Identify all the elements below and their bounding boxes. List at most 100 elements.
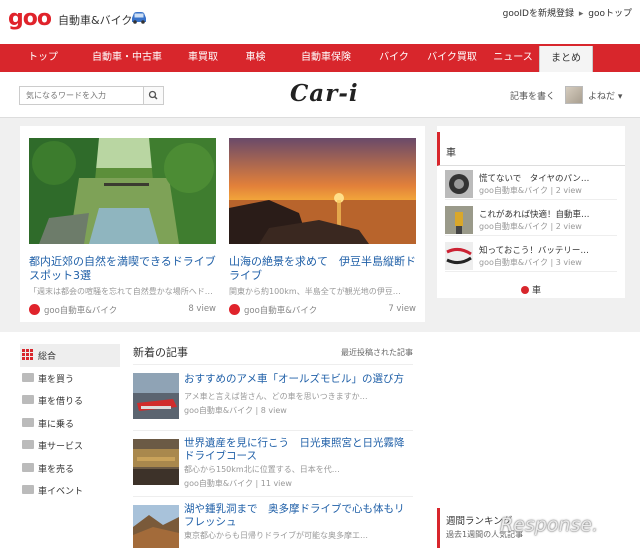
article-snippet: 東京都心からも日帰りドライブが可能な奥多摩エ…	[184, 531, 368, 540]
article-title[interactable]: 世界遺産を見に行こう 日光東照宮と日光霧降ドライブコース	[184, 437, 413, 463]
sidebar-more-link[interactable]: 車	[521, 283, 541, 296]
featured-articles: 都内近郊の自然を満喫できるドライブスポット3選 「週末は都会の喧騒を忘れて自然豊…	[20, 126, 425, 322]
sidebar-item-title[interactable]: これがあれば快適！自動車…	[479, 208, 617, 220]
folder-icon	[22, 462, 34, 472]
okutama-lake-image	[133, 505, 179, 548]
category-all[interactable]: 総合	[20, 344, 120, 367]
sidebar-item-meta: goo自動車&バイク | 2 view	[479, 222, 582, 231]
forest-gorge-image[interactable]	[29, 138, 216, 244]
goo-logo[interactable]: goo	[8, 6, 52, 31]
sidebar-car-header: 車	[437, 132, 625, 166]
category-label: 車に乗る	[38, 419, 75, 430]
article-item[interactable]: 湖や鍾乳洞まで 奥多摩ドライブで心も体もリフレッシュ 東京都心からも日帰りドライ…	[133, 496, 413, 548]
search-row: Car-i 記事を書く よねだ ▾	[0, 72, 640, 118]
nav-bike-buyback[interactable]: バイク買取	[417, 44, 487, 72]
nav-matome[interactable]: まとめ	[539, 46, 593, 72]
grid-icon	[22, 349, 33, 360]
sidebar-item-title[interactable]: 知っておこう！バッテリー…	[479, 244, 617, 256]
sidebar-more-label: 車	[532, 286, 542, 296]
user-menu[interactable]: よねだ ▾	[588, 89, 622, 102]
car-i-logo[interactable]: Car-i	[290, 80, 359, 107]
category-rent[interactable]: 車を借りる	[20, 389, 120, 412]
write-article-link[interactable]: 記事を書く	[510, 89, 555, 102]
folder-icon	[22, 485, 34, 494]
category-label: 車サービス	[38, 442, 84, 452]
featured-title[interactable]: 都内近郊の自然を満喫できるドライブスポット3選	[29, 255, 216, 283]
folder-icon	[22, 372, 34, 382]
sidebar-item-title[interactable]: 慌てないで タイヤのパン…	[479, 172, 617, 184]
article-meta: goo自動車&バイク | 8 view	[184, 406, 287, 415]
article-title[interactable]: 湖や鍾乳洞まで 奥多摩ドライブで心も体もリフレッシュ	[184, 503, 413, 529]
nav-insurance[interactable]: 自動車保険	[281, 44, 371, 72]
category-buy[interactable]: 車を買う	[20, 367, 120, 390]
nav-news[interactable]: ニュース	[487, 44, 539, 72]
goo-top-link[interactable]: gooトップ	[588, 9, 632, 19]
tire-image	[445, 170, 473, 198]
category-drive[interactable]: 車に乗る	[20, 412, 120, 435]
featured-snippet: 「週末は都会の喧騒を忘れて自然豊かな場所へド…	[29, 287, 213, 296]
username: よねだ	[588, 92, 616, 102]
nav-cars[interactable]: 自動車・中古車	[78, 44, 176, 72]
featured-meta: goo自動車&バイク 7 view	[229, 303, 416, 317]
nav-inspection[interactable]: 車検	[230, 44, 281, 72]
nav-car-buyback[interactable]: 車買取	[176, 44, 230, 72]
sidebar-list-item[interactable]: これがあれば快適！自動車… goo自動車&バイク | 2 view	[445, 206, 617, 236]
sidebar-car-section: 車 慌てないで タイヤのパン… goo自動車&バイク | 2 view これがあ…	[437, 126, 625, 298]
nikko-shrine-image	[133, 439, 179, 485]
search-input[interactable]	[19, 86, 144, 105]
new-articles-subtitle: 最近投稿された記事	[341, 348, 413, 357]
new-articles-header: 新着の記事 最近投稿された記事	[133, 344, 413, 364]
site-name[interactable]: 自動車&バイク	[58, 12, 132, 28]
arrow-circle-icon	[521, 286, 529, 294]
goo-source-icon	[29, 304, 40, 315]
folder-icon	[22, 440, 34, 449]
search-icon	[148, 90, 158, 100]
register-link[interactable]: gooIDを新規登録	[503, 9, 574, 19]
featured-card[interactable]: 都内近郊の自然を満喫できるドライブスポット3選 「週末は都会の喧騒を忘れて自然豊…	[29, 138, 216, 317]
nav-top[interactable]: トップ	[8, 44, 78, 72]
category-label: 車を買う	[38, 374, 75, 385]
new-articles: 新着の記事 最近投稿された記事 おすすめのアメ車「オールズモビル」の選び方 アメ…	[133, 344, 413, 548]
article-title[interactable]: おすすめのアメ車「オールズモビル」の選び方	[184, 373, 413, 386]
featured-meta: goo自動車&バイク 8 view	[29, 303, 216, 317]
folder-icon	[22, 395, 34, 404]
category-label: 車を売る	[38, 464, 75, 475]
featured-card[interactable]: 山海の絶景を求めて 伊豆半島縦断ドライブ 関東から約100km、半島全てが観光地…	[229, 138, 416, 317]
sunset-sea-image[interactable]	[229, 138, 416, 244]
article-meta: goo自動車&バイク | 11 view	[184, 479, 292, 488]
search-button[interactable]	[143, 86, 164, 105]
category-sell[interactable]: 車を売る	[20, 457, 120, 480]
featured-source[interactable]: goo自動車&バイク	[44, 304, 117, 316]
sidebar-car-title[interactable]: 車	[446, 144, 456, 159]
category-event[interactable]: 車イベント	[20, 479, 120, 502]
avatar[interactable]	[565, 86, 583, 104]
featured-views: 7 view	[388, 304, 416, 314]
top-bar: goo 自動車&バイク gooIDを新規登録 ▸ gooトップ	[0, 0, 640, 44]
car-icon	[132, 12, 146, 24]
top-links: gooIDを新規登録 ▸ gooトップ	[501, 6, 632, 19]
sidebar-list-item[interactable]: 慌てないで タイヤのパン… goo自動車&バイク | 2 view	[445, 170, 617, 200]
sidebar-item-meta: goo自動車&バイク | 3 view	[479, 258, 582, 267]
person-image	[445, 206, 473, 234]
featured-views: 8 view	[188, 304, 216, 314]
new-articles-title: 新着の記事	[133, 346, 188, 359]
article-snippet: アメ車と言えば皆さん、どの車を思いつきますか…	[184, 392, 368, 401]
featured-source[interactable]: goo自動車&バイク	[244, 304, 317, 316]
category-label: 車イベント	[38, 487, 84, 497]
article-item[interactable]: 世界遺産を見に行こう 日光東照宮と日光霧降ドライブコース 都心から150km北に…	[133, 430, 413, 496]
response-watermark: Response.	[500, 514, 599, 536]
caret-down-icon: ▾	[617, 92, 623, 102]
sidebar-list-item[interactable]: 知っておこう！バッテリー… goo自動車&バイク | 3 view	[445, 242, 617, 272]
category-label: 総合	[38, 352, 57, 362]
goo-source-icon	[229, 304, 240, 315]
battery-cable-image	[445, 242, 473, 270]
featured-title[interactable]: 山海の絶景を求めて 伊豆半島縦断ドライブ	[229, 255, 416, 283]
american-car-image	[133, 373, 179, 419]
separator-arrow-icon: ▸	[578, 9, 584, 19]
folder-icon	[22, 417, 34, 427]
nav-bike[interactable]: バイク	[371, 44, 417, 72]
article-item[interactable]: おすすめのアメ車「オールズモビル」の選び方 アメ車と言えば皆さん、どの車を思いつ…	[133, 364, 413, 430]
article-snippet: 都心から150km北に位置する、日本を代…	[184, 465, 340, 474]
category-list: 総合 車を買う 車を借りる 車に乗る 車サービス 車を売る 車イベント	[20, 344, 120, 502]
category-service[interactable]: 車サービス	[20, 434, 120, 457]
